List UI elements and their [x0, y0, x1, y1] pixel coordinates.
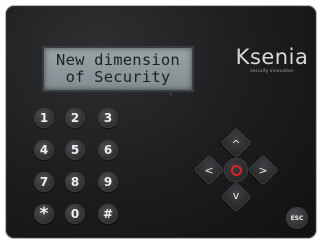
key-1[interactable]: 1	[34, 108, 54, 128]
keypad-device: New dimension of Security Ksenia securit…	[6, 6, 316, 238]
brand-logo: Ksenia security innovation	[232, 46, 312, 75]
key-5[interactable]: 5	[65, 140, 85, 160]
key-9[interactable]: 9	[98, 172, 118, 192]
navigation-pad: ^ v < >	[193, 127, 279, 213]
key-8[interactable]: 8	[65, 172, 85, 192]
lcd-line-2: of Security	[65, 68, 171, 86]
key-3[interactable]: 3	[98, 108, 118, 128]
ok-button[interactable]	[224, 158, 248, 182]
brand-name: Ksenia	[235, 45, 309, 69]
key-0[interactable]: 0	[65, 204, 85, 224]
chevron-right-icon: >	[258, 163, 268, 177]
key-hash[interactable]: #	[98, 204, 118, 224]
chevron-left-icon: <	[204, 163, 214, 177]
chevron-down-icon: v	[232, 188, 240, 202]
key-6[interactable]: 6	[98, 140, 118, 160]
red-ring-icon	[230, 164, 242, 176]
brand-tagline: security innovation	[250, 69, 294, 74]
key-2[interactable]: 2	[65, 108, 85, 128]
lcd-display: New dimension of Security	[42, 46, 194, 92]
esc-button[interactable]: ESC	[286, 207, 308, 229]
key-7[interactable]: 7	[34, 172, 54, 192]
chevron-up-icon: ^	[231, 137, 241, 151]
lcd-line-1: New dimension	[56, 51, 180, 69]
key-star[interactable]: *	[34, 204, 54, 224]
status-led	[170, 93, 172, 95]
key-4[interactable]: 4	[34, 140, 54, 160]
